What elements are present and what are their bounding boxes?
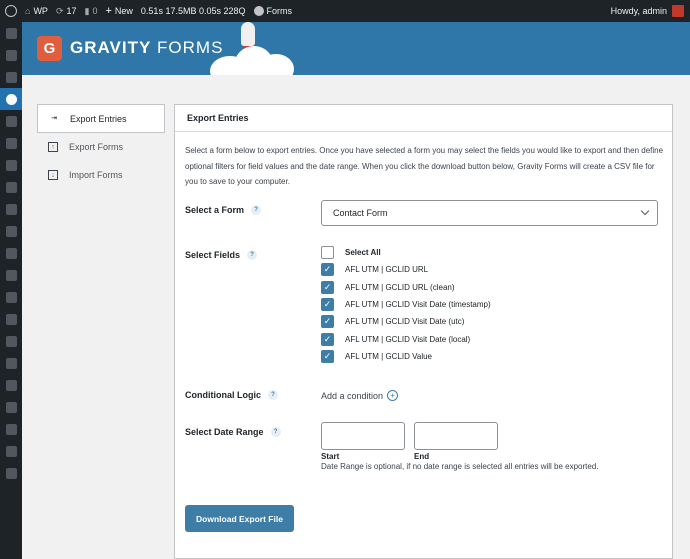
circle-icon[interactable] bbox=[0, 198, 22, 220]
conditional-logic-label: Conditional Logic ? bbox=[185, 390, 278, 400]
media-icon[interactable] bbox=[0, 66, 22, 88]
field-option[interactable]: ✓ AFL UTM | GCLID Visit Date (timestamp) bbox=[321, 296, 491, 313]
export-entries-panel: Export Entries Select a form below to ex… bbox=[174, 104, 673, 559]
analytics-icon[interactable] bbox=[0, 286, 22, 308]
layout-icon[interactable] bbox=[0, 176, 22, 198]
dashboard-icon[interactable] bbox=[0, 22, 22, 44]
howdy-link[interactable]: Howdy, admin bbox=[611, 6, 667, 16]
site-name-link[interactable]: ⌂ WP bbox=[21, 0, 52, 22]
start-label: Start bbox=[321, 452, 340, 461]
panel-title: Export Entries bbox=[175, 105, 672, 132]
export-entries-icon: ⇥ bbox=[51, 115, 57, 122]
admin-bar: ⌂ WP ⟳ 17 ▮ 0 + New 0.51s 17.5MB 0.05s 228Q … bbox=[0, 0, 690, 22]
end-date-input[interactable] bbox=[414, 422, 498, 450]
select-fields-label: Select Fields ? bbox=[185, 250, 258, 260]
card-icon[interactable] bbox=[0, 242, 22, 264]
date-range-note: Date Range is optional, if no date range… bbox=[321, 462, 599, 471]
field-option[interactable]: ✓ AFL UTM | GCLID Visit Date (utc) bbox=[321, 313, 491, 330]
form-select[interactable]: Contact Form bbox=[321, 200, 658, 226]
download-export-button[interactable]: Download Export File bbox=[185, 505, 294, 532]
appearance-icon[interactable] bbox=[0, 330, 22, 352]
mail-icon[interactable] bbox=[0, 220, 22, 242]
megaphone-icon[interactable] bbox=[0, 308, 22, 330]
checkbox[interactable]: ✓ bbox=[321, 263, 334, 277]
tools-icon[interactable] bbox=[0, 396, 22, 418]
checkbox[interactable]: ✓ bbox=[321, 280, 334, 294]
field-list: Select All ✓ AFL UTM | GCLID URL ✓ AFL U… bbox=[321, 244, 491, 365]
users-icon[interactable] bbox=[0, 374, 22, 396]
forms-link[interactable]: Forms bbox=[250, 0, 297, 22]
updates-icon: ⟳ bbox=[55, 5, 64, 16]
collapse-icon[interactable] bbox=[0, 462, 22, 484]
checkbox[interactable]: ✓ bbox=[321, 332, 334, 346]
admin-menu bbox=[0, 22, 22, 559]
field-option[interactable]: ✓ AFL UTM | GCLID URL bbox=[321, 261, 491, 278]
new-content-link[interactable]: + New bbox=[101, 0, 136, 22]
end-label: End bbox=[414, 452, 430, 461]
export-forms-icon: ↑ bbox=[48, 142, 58, 152]
pin-icon[interactable] bbox=[0, 44, 22, 66]
list-icon[interactable] bbox=[0, 264, 22, 286]
import-forms-icon: ↓ bbox=[48, 170, 58, 180]
avatar[interactable] bbox=[672, 5, 684, 17]
forms-menu-icon[interactable] bbox=[0, 88, 22, 110]
help-icon[interactable]: ? bbox=[270, 427, 281, 437]
field-option[interactable]: ✓ AFL UTM | GCLID Visit Date (local) bbox=[321, 330, 491, 347]
intro-text: Select a form below to export entries. O… bbox=[185, 146, 664, 186]
date-range-label: Select Date Range ? bbox=[185, 427, 281, 437]
field-option[interactable]: ✓ AFL UTM | GCLID URL (clean) bbox=[321, 279, 491, 296]
help-icon[interactable]: ? bbox=[251, 205, 262, 215]
plus-circle-icon[interactable]: + bbox=[387, 390, 399, 401]
checkbox[interactable]: ✓ bbox=[321, 349, 334, 363]
field-option[interactable]: ✓ AFL UTM | GCLID Value bbox=[321, 348, 491, 365]
help-icon[interactable]: ? bbox=[247, 250, 258, 260]
wordpress-logo-icon[interactable] bbox=[0, 0, 21, 22]
updates-link[interactable]: ⟳ 17 bbox=[52, 0, 81, 22]
plus-icon: + bbox=[105, 5, 112, 17]
add-condition-link[interactable]: Add a condition + bbox=[321, 390, 399, 401]
other-icon[interactable] bbox=[0, 440, 22, 462]
checkbox[interactable]: ✓ bbox=[321, 298, 334, 312]
help-icon[interactable]: ? bbox=[268, 390, 278, 400]
checkbox[interactable] bbox=[321, 246, 334, 260]
checkbox[interactable]: ✓ bbox=[321, 315, 334, 329]
pages-icon[interactable] bbox=[0, 110, 22, 132]
cloud-illustration bbox=[258, 54, 294, 75]
chevron-down-icon bbox=[640, 206, 650, 216]
gravity-forms-logo-icon: G bbox=[37, 36, 62, 61]
gravity-forms-icon bbox=[253, 6, 264, 16]
feedback-icon[interactable] bbox=[0, 154, 22, 176]
comments-icon[interactable] bbox=[0, 132, 22, 154]
comments-link[interactable]: ▮ 0 bbox=[81, 0, 102, 22]
gravity-forms-header: G GRAVITY FORMS bbox=[22, 22, 690, 75]
comment-icon: ▮ bbox=[84, 5, 90, 16]
plugins-icon[interactable] bbox=[0, 352, 22, 374]
nav-import-forms[interactable]: ↓ Import Forms bbox=[37, 161, 165, 189]
field-select-all[interactable]: Select All bbox=[321, 244, 491, 261]
select-form-label: Select a Form ? bbox=[185, 205, 262, 215]
query-monitor-link[interactable]: 0.51s 17.5MB 0.05s 228Q bbox=[137, 0, 250, 22]
rocket-illustration bbox=[241, 22, 255, 46]
brand-title: GRAVITY FORMS bbox=[70, 38, 224, 57]
home-icon: ⌂ bbox=[25, 6, 31, 16]
import-export-nav: ⇥ Export Entries ↑ Export Forms ↓ Import… bbox=[37, 104, 165, 189]
nav-export-forms[interactable]: ↑ Export Forms bbox=[37, 133, 165, 161]
nav-export-entries[interactable]: ⇥ Export Entries bbox=[37, 104, 165, 133]
settings-icon[interactable] bbox=[0, 418, 22, 440]
start-date-input[interactable] bbox=[321, 422, 405, 450]
